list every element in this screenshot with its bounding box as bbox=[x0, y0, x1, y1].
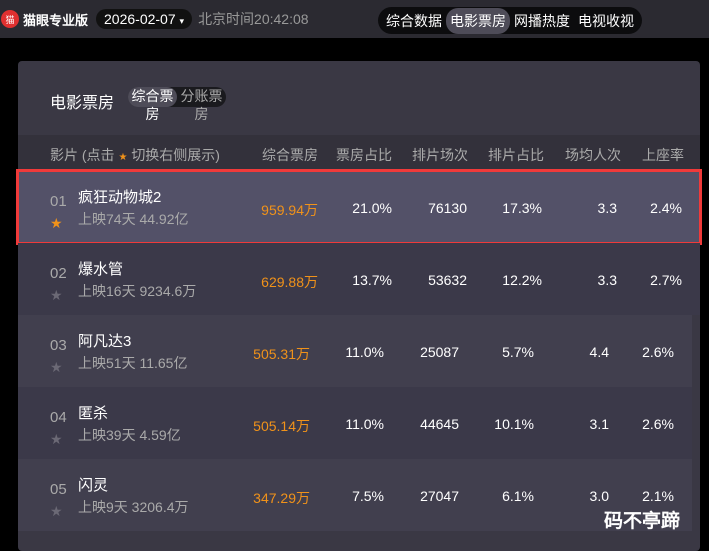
tab-streaming[interactable]: 网播热度 bbox=[510, 8, 574, 34]
table-header: 影片 (点击 ★ 切换右侧展示) 综合票房 票房占比 排片场次 排片占比 场均人… bbox=[18, 135, 700, 171]
star-icon[interactable]: ★ bbox=[50, 215, 63, 232]
show-count: 27047 bbox=[420, 488, 459, 504]
gross: 505.14万 bbox=[253, 418, 310, 434]
beijing-clock: 北京时间20:42:08 bbox=[198, 11, 309, 27]
gross: 629.88万 bbox=[261, 274, 318, 290]
gross: 347.29万 bbox=[253, 490, 310, 506]
box-office-type-toggle: 综合票房 分账票房 bbox=[128, 87, 226, 122]
star-icon[interactable]: ★ bbox=[50, 431, 63, 448]
header-film: 影片 (点击 ★ 切换右侧展示) bbox=[50, 147, 220, 163]
box-office-share: 7.5% bbox=[352, 488, 384, 504]
watermark: 码不亭蹄 bbox=[604, 511, 681, 532]
show-share: 5.7% bbox=[502, 344, 534, 360]
rank: 05 bbox=[50, 481, 67, 498]
film-name[interactable]: 爆水管 bbox=[78, 258, 123, 279]
seat-rate: 2.6% bbox=[642, 416, 674, 432]
star-icon[interactable]: ★ bbox=[50, 359, 63, 376]
header-share[interactable]: 票房占比 bbox=[336, 145, 392, 165]
avg-attendance: 4.4 bbox=[589, 344, 609, 360]
rank: 03 bbox=[50, 337, 67, 354]
brand-name: 猫眼专业版 bbox=[23, 12, 89, 28]
box-office-share: 13.7% bbox=[352, 272, 392, 288]
rank: 02 bbox=[50, 265, 67, 282]
maoyan-logo-icon: 猫 bbox=[1, 10, 19, 28]
rank: 01 bbox=[50, 193, 67, 210]
show-count: 25087 bbox=[420, 344, 459, 360]
film-release-info: 上映39天 4.59亿 bbox=[78, 427, 181, 443]
avg-attendance: 3.3 bbox=[597, 272, 617, 288]
avg-attendance: 3.0 bbox=[589, 488, 609, 504]
header-seat-rate[interactable]: 上座率 bbox=[642, 145, 684, 165]
date-picker[interactable]: 2026-02-07 ▾ bbox=[96, 9, 193, 29]
film-name[interactable]: 疯狂动物城2 bbox=[78, 186, 161, 207]
show-share: 12.2% bbox=[502, 272, 542, 288]
header-show-share[interactable]: 排片占比 bbox=[488, 145, 544, 165]
header-gross[interactable]: 综合票房 bbox=[262, 145, 318, 165]
box-office-share: 11.0% bbox=[345, 344, 384, 360]
table-row[interactable]: 02 ★ 爆水管 上映16天 9234.6万 629.88万 13.7% 536… bbox=[18, 243, 700, 315]
seat-rate: 2.1% bbox=[642, 488, 674, 504]
tab-total-box-office[interactable]: 综合票房 bbox=[128, 87, 177, 122]
table-row[interactable]: 01 ★ 疯狂动物城2 上映74天 44.92亿 959.94万 21.0% 7… bbox=[16, 169, 702, 245]
gross: 505.31万 bbox=[253, 346, 310, 362]
seat-rate: 2.6% bbox=[642, 344, 674, 360]
avg-attendance: 3.1 bbox=[589, 416, 609, 432]
star-icon[interactable]: ★ bbox=[50, 503, 63, 520]
seat-rate: 2.4% bbox=[650, 200, 682, 216]
tab-overview[interactable]: 综合数据 bbox=[382, 8, 446, 34]
show-share: 6.1% bbox=[502, 488, 534, 504]
film-name[interactable]: 闪灵 bbox=[78, 474, 108, 495]
film-release-info: 上映9天 3206.4万 bbox=[78, 499, 189, 515]
film-name[interactable]: 阿凡达3 bbox=[78, 330, 131, 351]
show-share: 17.3% bbox=[502, 200, 542, 216]
panel-title: 电影票房 bbox=[50, 95, 115, 112]
tab-box-office[interactable]: 电影票房 bbox=[446, 7, 510, 34]
seat-rate: 2.7% bbox=[650, 272, 682, 288]
header-shows[interactable]: 排片场次 bbox=[412, 145, 468, 165]
tab-split-box-office[interactable]: 分账票房 bbox=[177, 87, 226, 122]
film-release-info: 上映16天 9234.6万 bbox=[78, 283, 197, 299]
box-office-share: 11.0% bbox=[345, 416, 384, 432]
rank: 04 bbox=[50, 409, 67, 426]
film-name[interactable]: 匿杀 bbox=[78, 402, 108, 423]
box-office-panel: 电影票房 综合票房 分账票房 影片 (点击 ★ 切换右侧展示) 综合票房 票房占… bbox=[16, 61, 702, 551]
date-value: 2026-02-07 bbox=[104, 11, 176, 27]
avg-attendance: 3.3 bbox=[597, 200, 617, 216]
star-icon[interactable]: ★ bbox=[50, 287, 63, 304]
top-bar: 猫 猫眼专业版 2026-02-07 ▾ 北京时间20:42:08 综合数据 电… bbox=[0, 0, 709, 38]
film-release-info: 上映51天 11.65亿 bbox=[78, 355, 188, 371]
box-office-share: 21.0% bbox=[352, 200, 392, 216]
show-count: 53632 bbox=[428, 272, 467, 288]
film-release-info: 上映74天 44.92亿 bbox=[78, 211, 189, 227]
table-row[interactable]: 05 ★ 闪灵 上映9天 3206.4万 347.29万 7.5% 27047 … bbox=[18, 459, 692, 531]
nav-tabs: 综合数据 电影票房 网播热度 电视收视 bbox=[378, 7, 642, 34]
star-icon: ★ bbox=[118, 152, 128, 163]
table-row[interactable]: 03 ★ 阿凡达3 上映51天 11.65亿 505.31万 11.0% 250… bbox=[18, 315, 692, 387]
gross: 959.94万 bbox=[261, 202, 318, 218]
table-row[interactable]: 04 ★ 匿杀 上映39天 4.59亿 505.14万 11.0% 44645 … bbox=[18, 387, 692, 459]
tab-tv-ratings[interactable]: 电视收视 bbox=[574, 8, 638, 34]
header-avg[interactable]: 场均人次 bbox=[565, 145, 621, 165]
show-count: 76130 bbox=[428, 200, 467, 216]
show-count: 44645 bbox=[420, 416, 459, 432]
show-share: 10.1% bbox=[494, 416, 534, 432]
chevron-down-icon: ▾ bbox=[179, 16, 185, 26]
